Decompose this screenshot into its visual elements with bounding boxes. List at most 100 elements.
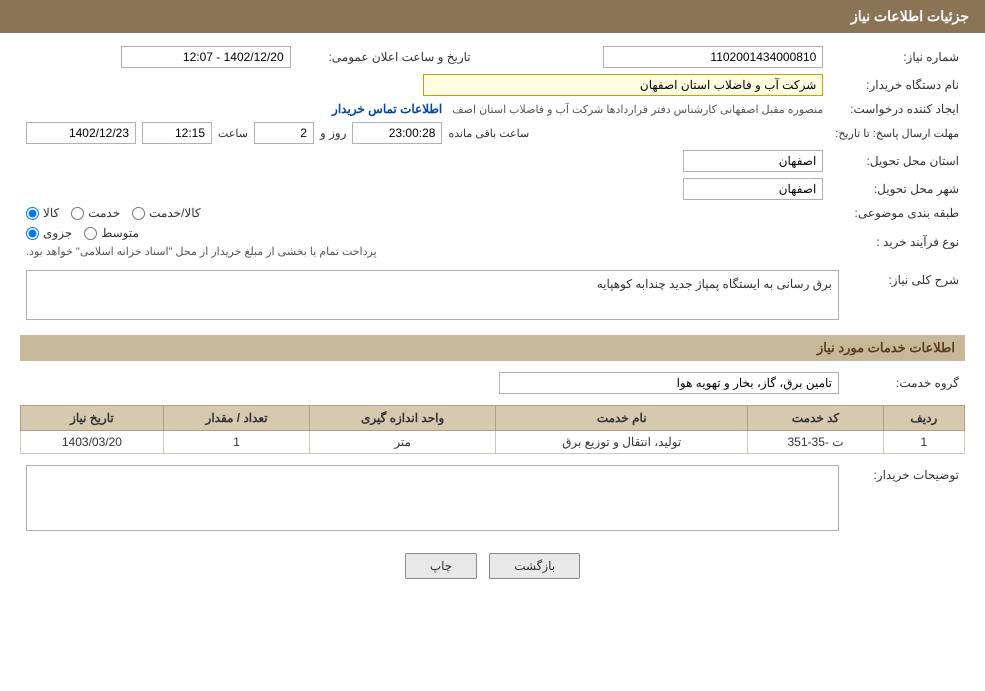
services-table: ردیف کد خدمت نام خدمت واحد اندازه گیری ت… — [20, 405, 965, 454]
category-kala-khedmat-option[interactable]: کالا/خدمت — [132, 206, 200, 220]
province-label: استان محل تحویل: — [829, 147, 965, 175]
cell-code-1: ت -35-351 — [748, 431, 883, 454]
deadline-value-cell: ساعت باقی مانده روز و ساعت — [20, 119, 829, 147]
deadline-label: مهلت ارسال پاسخ: تا تاریخ: — [829, 119, 965, 147]
cell-date-1: 1403/03/20 — [21, 431, 164, 454]
need-number-value-cell — [477, 43, 830, 71]
process-motovasset-option[interactable]: متوسط — [84, 226, 139, 240]
creator-text: منصوره مقبل اصفهانی کارشناس دفتر قرارداد… — [452, 104, 823, 116]
col-date: تاریخ نیاز — [21, 406, 164, 431]
process-container: متوسط جزوی پرداخت تمام یا بخشی از مبلغ خ… — [26, 226, 823, 258]
category-khedmat-option[interactable]: خدمت — [71, 206, 120, 220]
page-container: جزئیات اطلاعات نیاز شماره نیاز: تاریخ و … — [0, 0, 985, 691]
col-unit: واحد اندازه گیری — [310, 406, 496, 431]
process-jozvi-radio[interactable] — [26, 227, 39, 240]
category-khedmat-radio[interactable] — [71, 207, 84, 220]
buyer-desc-label: توضیحات خریدار: — [845, 462, 965, 537]
buyer-desc-value-cell — [20, 462, 845, 537]
main-info-table: شماره نیاز: تاریخ و ساعت اعلان عمومی: نا… — [20, 43, 965, 261]
content-area: شماره نیاز: تاریخ و ساعت اعلان عمومی: نا… — [0, 33, 985, 599]
category-kala-radio[interactable] — [26, 207, 39, 220]
announce-label-cell: تاریخ و ساعت اعلان عمومی: — [297, 43, 477, 71]
services-table-head: ردیف کد خدمت نام خدمت واحد اندازه گیری ت… — [21, 406, 965, 431]
buyer-desc-table: توضیحات خریدار: — [20, 462, 965, 537]
page-title: جزئیات اطلاعات نیاز — [851, 8, 969, 24]
announce-value-input[interactable] — [121, 46, 291, 68]
row-province: استان محل تحویل: — [20, 147, 965, 175]
category-kala-label: کالا — [43, 206, 59, 220]
table-row: 1 ت -35-351 تولید، انتقال و توزیع برق مت… — [21, 431, 965, 454]
deadline-date-input[interactable] — [26, 122, 136, 144]
cell-name-1: تولید، انتقال و توزیع برق — [496, 431, 748, 454]
process-note-text: پرداخت تمام یا بخشی از مبلغ خریدار از مح… — [26, 246, 377, 258]
description-text: برق رسانی به ایستگاه پمپاژ جدید چندابه ک… — [597, 277, 832, 291]
row-creator: ایجاد کننده درخواست: منصوره مقبل اصفهانی… — [20, 99, 965, 119]
announce-value-cell — [20, 43, 297, 71]
process-note: پرداخت تمام یا بخشی از مبلغ خریدار از مح… — [26, 244, 377, 258]
deadline-row: ساعت باقی مانده روز و ساعت — [26, 122, 823, 144]
deadline-time-input[interactable] — [142, 122, 212, 144]
services-section-title: اطلاعات خدمات مورد نیاز — [20, 335, 965, 361]
remaining-label: ساعت باقی مانده — [448, 127, 529, 140]
row-buyer-org: نام دستگاه خریدار: — [20, 71, 965, 99]
row-city: شهر محل تحویل: — [20, 175, 965, 203]
service-group-input[interactable] — [499, 372, 839, 394]
province-input[interactable] — [683, 150, 823, 172]
description-value-cell: برق رسانی به ایستگاه پمپاژ جدید چندابه ک… — [20, 267, 845, 323]
category-kala-khedmat-label: کالا/خدمت — [149, 206, 200, 220]
services-table-header-row: ردیف کد خدمت نام خدمت واحد اندازه گیری ت… — [21, 406, 965, 431]
description-table: شرح کلی نیاز: برق رسانی به ایستگاه پمپاژ… — [20, 267, 965, 323]
row-process: نوع فرآیند خرید : متوسط جزوی — [20, 223, 965, 261]
process-jozvi-label: جزوی — [43, 226, 72, 240]
services-table-body: 1 ت -35-351 تولید، انتقال و توزیع برق مت… — [21, 431, 965, 454]
process-value-cell: متوسط جزوی پرداخت تمام یا بخشی از مبلغ خ… — [20, 223, 829, 261]
button-row: بازگشت چاپ — [20, 553, 965, 579]
cell-unit-1: متر — [310, 431, 496, 454]
city-input[interactable] — [683, 178, 823, 200]
buyer-desc-row: توضیحات خریدار: — [20, 462, 965, 537]
city-label: شهر محل تحویل: — [829, 175, 965, 203]
description-label: شرح کلی نیاز: — [845, 267, 965, 323]
print-button[interactable]: چاپ — [405, 553, 477, 579]
need-number-label: شماره نیاز: — [829, 43, 965, 71]
service-group-value-cell — [20, 369, 845, 397]
need-number-input[interactable] — [603, 46, 823, 68]
creator-label: ایجاد کننده درخواست: — [829, 99, 965, 119]
row-category: طبقه بندی موضوعی: کالا/خدمت خدمت کالا — [20, 203, 965, 223]
col-name: نام خدمت — [496, 406, 748, 431]
process-jozvi-option[interactable]: جزوی — [26, 226, 72, 240]
creator-value-cell: منصوره مقبل اصفهانی کارشناس دفتر قرارداد… — [20, 99, 829, 119]
announce-label: تاریخ و ساعت اعلان عمومی: — [328, 50, 470, 64]
col-quantity: تعداد / مقدار — [163, 406, 309, 431]
description-row: شرح کلی نیاز: برق رسانی به ایستگاه پمپاژ… — [20, 267, 965, 323]
category-label: طبقه بندی موضوعی: — [829, 203, 965, 223]
service-group-row: گروه خدمت: — [20, 369, 965, 397]
creator-link[interactable]: اطلاعات تماس خریدار — [332, 102, 442, 116]
description-box: برق رسانی به ایستگاه پمپاژ جدید چندابه ک… — [26, 270, 839, 320]
days-unit-label: روز و — [320, 126, 347, 140]
category-value-cell: کالا/خدمت خدمت کالا — [20, 203, 829, 223]
col-row: ردیف — [883, 406, 964, 431]
buyer-org-input[interactable] — [423, 74, 823, 96]
countdown-input[interactable] — [352, 122, 442, 144]
process-motovasset-label: متوسط — [101, 226, 139, 240]
buyer-org-label: نام دستگاه خریدار: — [829, 71, 965, 99]
category-radio-group: کالا/خدمت خدمت کالا — [26, 206, 823, 220]
row-need-number: شماره نیاز: تاریخ و ساعت اعلان عمومی: — [20, 43, 965, 71]
buyer-desc-textarea[interactable] — [26, 465, 839, 531]
buyer-org-value-cell — [20, 71, 829, 99]
row-deadline: مهلت ارسال پاسخ: تا تاریخ: ساعت باقی مان… — [20, 119, 965, 147]
service-group-table: گروه خدمت: — [20, 369, 965, 397]
province-value-cell — [20, 147, 829, 175]
col-code: کد خدمت — [748, 406, 883, 431]
category-khedmat-label: خدمت — [88, 206, 120, 220]
category-kala-option[interactable]: کالا — [26, 206, 59, 220]
back-button[interactable]: بازگشت — [489, 553, 580, 579]
time-label: ساعت — [218, 127, 248, 140]
process-radio-group: متوسط جزوی — [26, 226, 139, 240]
process-motovasset-radio[interactable] — [84, 227, 97, 240]
deadline-days-input[interactable] — [254, 122, 314, 144]
category-kala-khedmat-radio[interactable] — [132, 207, 145, 220]
service-group-label: گروه خدمت: — [845, 369, 965, 397]
city-value-cell — [20, 175, 829, 203]
